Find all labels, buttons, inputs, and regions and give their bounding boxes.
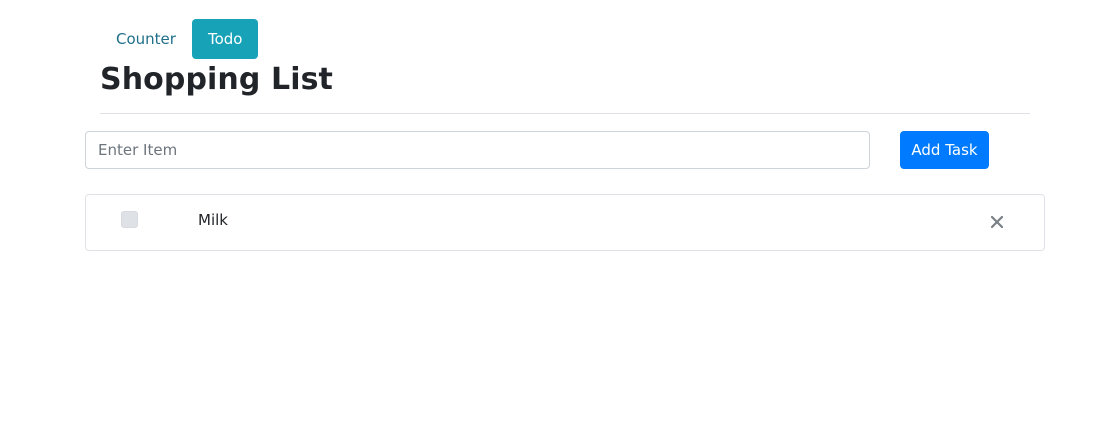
todo-list: Milk [85, 194, 1045, 251]
todo-page: Counter Todo Shopping List Add Task Milk [0, 0, 1099, 423]
page-title: Shopping List [100, 62, 333, 97]
add-task-button[interactable]: Add Task [900, 131, 989, 169]
checkbox-unchecked-icon[interactable] [121, 211, 138, 228]
close-icon-glyph [991, 216, 1003, 228]
item-label: Milk [198, 211, 228, 229]
divider [100, 113, 1030, 114]
top-nav: Counter Todo [100, 19, 259, 59]
tab-todo[interactable]: Todo [191, 19, 259, 59]
list-item: Milk [86, 195, 1044, 250]
item-input[interactable] [85, 131, 870, 169]
tab-counter[interactable]: Counter [100, 19, 192, 59]
close-icon[interactable] [986, 211, 1008, 233]
